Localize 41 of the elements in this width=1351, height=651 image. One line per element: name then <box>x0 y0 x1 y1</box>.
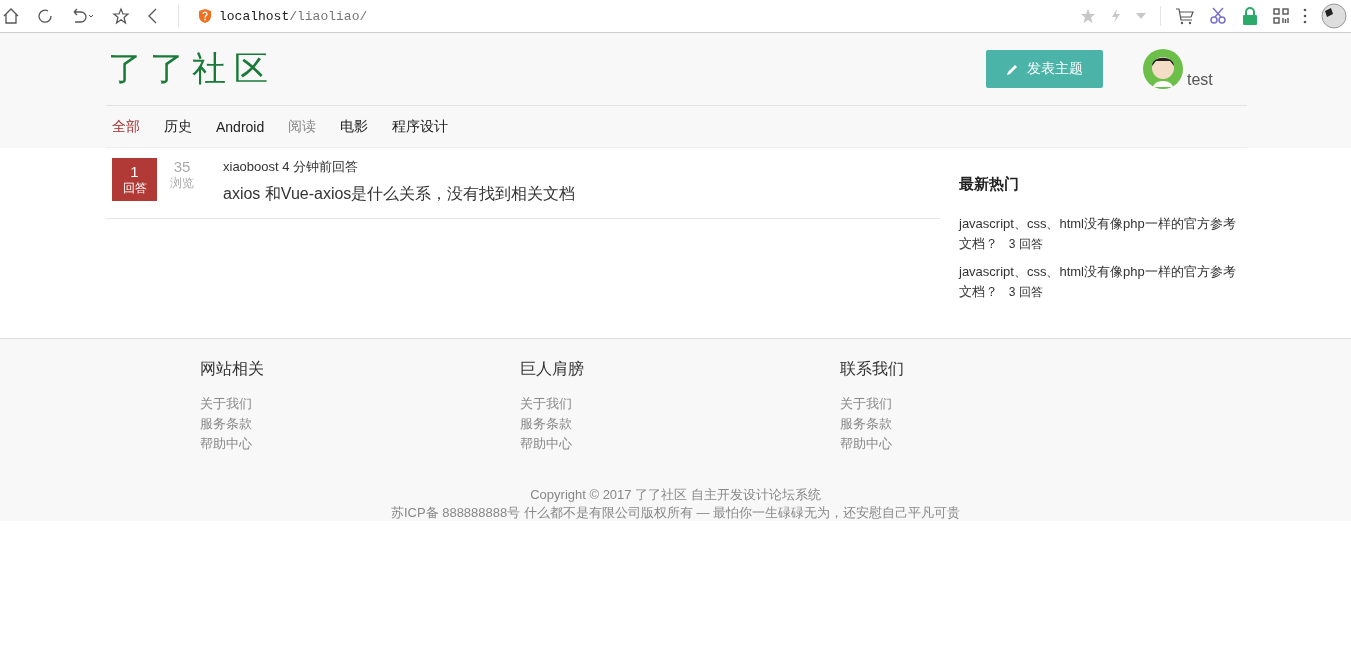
warning-shield-icon[interactable] <box>197 8 213 24</box>
footer-link[interactable]: 服务条款 <box>519 414 572 434</box>
copyright-text: Copyright © 2017 了了社区 自主开发设计论坛系统 <box>530 486 821 504</box>
view-count: 35 浏览 <box>169 158 195 192</box>
more-menu-icon[interactable] <box>1303 8 1307 24</box>
cart-icon[interactable] <box>1175 7 1195 25</box>
question-title[interactable]: axios 和Vue-axios是什么关系，没有找到相关文档 <box>223 184 576 205</box>
username[interactable]: test <box>1187 71 1213 89</box>
site-logo[interactable]: 了了社区 <box>106 46 276 92</box>
footer-heading: 巨人肩膀 <box>519 359 584 379</box>
footer-link[interactable]: 关于我们 <box>839 394 892 414</box>
footer-link[interactable]: 帮助中心 <box>199 434 252 454</box>
home-icon[interactable] <box>2 7 20 25</box>
scissors-icon[interactable] <box>1209 7 1227 25</box>
footer-heading: 网站相关 <box>199 359 264 379</box>
footer-link[interactable]: 关于我们 <box>519 394 572 414</box>
lock-icon[interactable] <box>1241 7 1259 25</box>
star-icon[interactable] <box>1080 8 1096 24</box>
qr-code-icon[interactable] <box>1273 8 1289 24</box>
footer-link[interactable]: 帮助中心 <box>519 434 572 454</box>
avatar-icon[interactable] <box>1143 49 1183 89</box>
category-tab[interactable]: 历史 <box>164 117 192 136</box>
footer-link[interactable]: 服务条款 <box>839 414 892 434</box>
reload-icon[interactable] <box>36 7 54 25</box>
sidebar-title: 最新热门 <box>959 175 1020 194</box>
hot-topic-link[interactable]: javascript、css、html没有像php一样的官方参考文档？ 3 回答 <box>959 262 1247 302</box>
category-tab[interactable]: 电影 <box>340 117 369 136</box>
pencil-icon <box>1006 62 1019 76</box>
hot-topic-link[interactable]: javascript、css、html没有像php一样的官方参考文档？ 3 回答 <box>959 214 1247 254</box>
category-tab[interactable]: 全部 <box>112 117 140 136</box>
address-bar-url[interactable]: localhost/liaoliao/ <box>219 8 368 24</box>
star-icon[interactable] <box>112 7 130 25</box>
answer-count-badge: 1 回答 <box>112 158 157 201</box>
footer-link[interactable]: 帮助中心 <box>839 434 892 454</box>
footer-link[interactable]: 关于我们 <box>199 394 252 414</box>
footer-link[interactable]: 服务条款 <box>199 414 252 434</box>
icp-text: 苏ICP备 888888888号 什么都不是有限公司版权所有 — 最怕你一生碌碌无为，还安慰自己平凡可贵 <box>390 504 961 522</box>
category-tab[interactable]: 程序设计 <box>392 117 449 136</box>
question-meta: xiaoboost 4 分钟前回答 <box>223 158 360 176</box>
category-tab[interactable]: Android <box>216 118 265 135</box>
footer-heading: 联系我们 <box>839 359 904 379</box>
